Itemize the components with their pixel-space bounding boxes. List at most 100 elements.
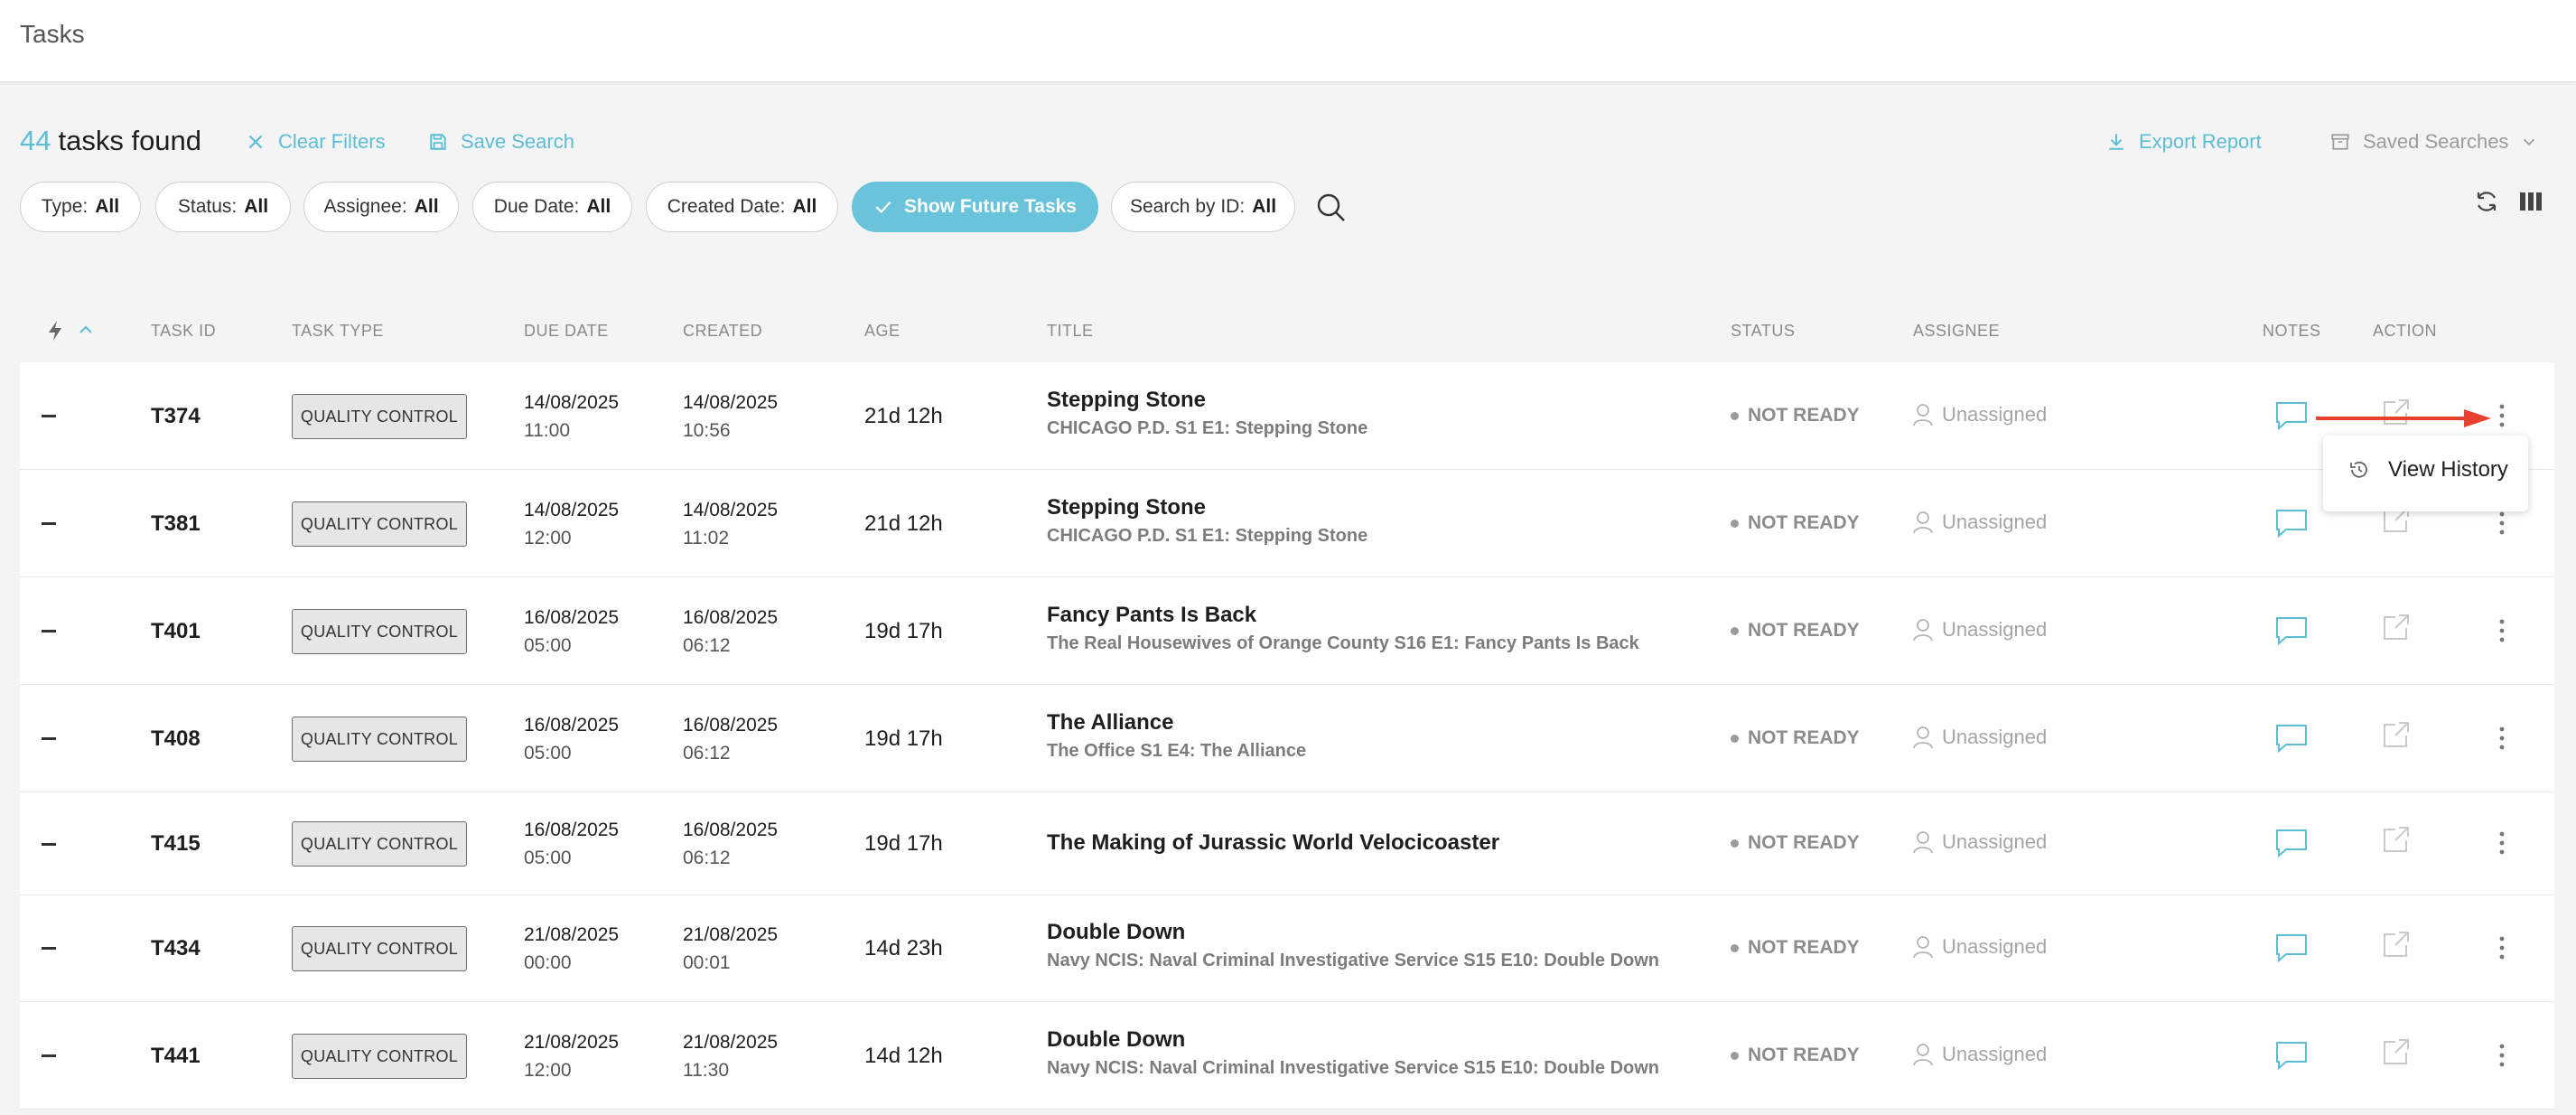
due-date-day: 16/08/2025 bbox=[524, 820, 620, 840]
more-vertical-icon[interactable] bbox=[2496, 934, 2508, 961]
comment-icon[interactable] bbox=[2274, 932, 2309, 963]
task-id[interactable]: T401 bbox=[151, 619, 201, 644]
task-title[interactable]: Stepping Stone CHICAGO P.D. S1 E1: Steppi… bbox=[1047, 495, 1367, 547]
created-date-day: 14/08/2025 bbox=[683, 392, 779, 413]
task-age: 21d 12h bbox=[864, 511, 943, 536]
filter-assignee[interactable]: Assignee: All bbox=[303, 182, 459, 232]
table-row[interactable]: T381 QUALITY CONTROL 14/08/2025 12:00 14/… bbox=[20, 470, 2554, 577]
table-row[interactable]: T415 QUALITY CONTROL 16/08/2025 05:00 16/… bbox=[20, 792, 2554, 895]
created-date-time: 06:12 bbox=[683, 635, 731, 656]
saved-searches-dropdown[interactable]: Saved Searches bbox=[2330, 130, 2537, 154]
export-report-button[interactable]: Export Report bbox=[2106, 130, 2262, 154]
task-title[interactable]: Double Down Navy NCIS: Naval Criminal Inv… bbox=[1047, 1027, 1659, 1079]
more-vertical-icon[interactable] bbox=[2496, 402, 2508, 429]
lightning-icon[interactable] bbox=[47, 320, 63, 346]
view-history-menu-item[interactable]: View History bbox=[2348, 457, 2508, 483]
column-header-action: ACTION bbox=[2373, 322, 2438, 340]
user-icon bbox=[1913, 936, 1933, 959]
column-header-due-date[interactable]: DUE DATE bbox=[524, 322, 609, 341]
show-future-tasks-toggle[interactable]: Show Future Tasks bbox=[852, 182, 1098, 232]
table-row[interactable]: T401 QUALITY CONTROL 16/08/2025 05:00 16/… bbox=[20, 577, 2554, 685]
more-vertical-icon[interactable] bbox=[2496, 1042, 2508, 1069]
created-date-time: 06:12 bbox=[683, 848, 731, 868]
task-id[interactable]: T441 bbox=[151, 1044, 201, 1069]
column-header-task-type[interactable]: TASK TYPE bbox=[292, 322, 384, 341]
comment-icon[interactable] bbox=[2274, 1040, 2309, 1071]
assignee[interactable]: Unassigned bbox=[1913, 830, 2047, 854]
comment-icon[interactable] bbox=[2274, 400, 2309, 431]
task-id[interactable]: T374 bbox=[151, 404, 201, 429]
assignee-label: Unassigned bbox=[1942, 935, 2048, 958]
created-date-day: 14/08/2025 bbox=[683, 500, 779, 520]
task-id[interactable]: T434 bbox=[151, 936, 201, 961]
column-header-status[interactable]: STATUS bbox=[1731, 322, 1795, 341]
external-link-icon[interactable] bbox=[2381, 612, 2412, 642]
priority-indicator bbox=[42, 843, 56, 846]
due-date-time: 05:00 bbox=[524, 848, 572, 868]
table-row[interactable]: T434 QUALITY CONTROL 21/08/2025 00:00 21/… bbox=[20, 895, 2554, 1002]
assignee[interactable]: Unassigned bbox=[1913, 511, 2047, 534]
task-id[interactable]: T408 bbox=[151, 726, 201, 752]
more-vertical-icon[interactable] bbox=[2496, 725, 2508, 752]
column-header-age[interactable]: AGE bbox=[864, 322, 901, 341]
due-date: 16/08/2025 05:00 bbox=[524, 711, 619, 767]
user-icon bbox=[1913, 511, 1933, 534]
comment-icon[interactable] bbox=[2274, 615, 2309, 646]
task-id[interactable]: T381 bbox=[151, 511, 201, 537]
assignee[interactable]: Unassigned bbox=[1913, 726, 2047, 749]
assignee[interactable]: Unassigned bbox=[1913, 1043, 2047, 1066]
comment-icon[interactable] bbox=[2274, 723, 2309, 754]
search-icon[interactable] bbox=[1316, 192, 1347, 223]
more-vertical-icon[interactable] bbox=[2496, 829, 2508, 857]
assignee[interactable]: Unassigned bbox=[1913, 935, 2047, 959]
task-title[interactable]: The Alliance The Office S1 E4: The Allian… bbox=[1047, 710, 1306, 762]
table-row[interactable]: T408 QUALITY CONTROL 16/08/2025 05:00 16/… bbox=[20, 685, 2554, 792]
column-header-created[interactable]: CREATED bbox=[683, 322, 762, 341]
check-icon bbox=[875, 201, 891, 214]
external-link-icon[interactable] bbox=[2381, 929, 2412, 960]
column-header-assignee[interactable]: ASSIGNEE bbox=[1913, 322, 2000, 341]
due-date-day: 16/08/2025 bbox=[524, 715, 620, 736]
task-title[interactable]: Double Down Navy NCIS: Naval Criminal Inv… bbox=[1047, 920, 1659, 971]
priority-indicator bbox=[42, 947, 56, 950]
filter-assignee-value: All bbox=[414, 196, 439, 217]
task-title[interactable]: Stepping Stone CHICAGO P.D. S1 E1: Steppi… bbox=[1047, 388, 1367, 439]
due-date-day: 14/08/2025 bbox=[524, 392, 620, 413]
more-vertical-icon[interactable] bbox=[2496, 617, 2508, 644]
clear-filters-button[interactable]: Clear Filters bbox=[246, 130, 386, 154]
task-title[interactable]: Fancy Pants Is Back The Real Housewives o… bbox=[1047, 603, 1639, 654]
task-title-sub: The Real Housewives of Orange County S16… bbox=[1047, 633, 1639, 653]
filter-type-label: Type: bbox=[41, 196, 89, 217]
more-vertical-icon[interactable] bbox=[2496, 510, 2508, 537]
table-row[interactable]: T441 QUALITY CONTROL 21/08/2025 12:00 21/… bbox=[20, 1002, 2554, 1110]
due-date-day: 14/08/2025 bbox=[524, 500, 620, 520]
due-date: 21/08/2025 12:00 bbox=[524, 1028, 619, 1084]
saved-searches-label: Saved Searches bbox=[2363, 130, 2509, 153]
external-link-icon[interactable] bbox=[2381, 719, 2412, 750]
filter-status[interactable]: Status: All bbox=[155, 182, 291, 232]
created-date: 16/08/2025 06:12 bbox=[683, 711, 778, 767]
external-link-icon[interactable] bbox=[2381, 824, 2412, 855]
filter-created-date[interactable]: Created Date: All bbox=[646, 182, 838, 232]
comment-icon[interactable] bbox=[2274, 508, 2309, 539]
column-header-title[interactable]: TITLE bbox=[1047, 322, 1094, 341]
filter-type[interactable]: Type: All bbox=[20, 182, 141, 232]
task-title[interactable]: The Making of Jurassic World Velocicoast… bbox=[1047, 830, 1499, 856]
external-link-icon[interactable] bbox=[2381, 1036, 2412, 1067]
filter-due-date[interactable]: Due Date: All bbox=[472, 182, 632, 232]
status-badge: NOT READY bbox=[1731, 620, 1860, 642]
filter-search-by-id[interactable]: Search by ID: All bbox=[1111, 182, 1295, 232]
save-search-button[interactable]: Save Search bbox=[428, 130, 574, 154]
chevron-up-icon[interactable] bbox=[78, 322, 94, 342]
task-title-main: The Making of Jurassic World Velocicoast… bbox=[1047, 830, 1500, 855]
column-header-task-id[interactable]: TASK ID bbox=[151, 322, 216, 341]
refresh-icon[interactable] bbox=[2473, 188, 2500, 215]
table-row[interactable]: T374 QUALITY CONTROL 14/08/2025 11:00 14/… bbox=[20, 362, 2554, 470]
assignee[interactable]: Unassigned bbox=[1913, 403, 2047, 426]
comment-icon[interactable] bbox=[2274, 828, 2309, 858]
assignee[interactable]: Unassigned bbox=[1913, 618, 2047, 642]
columns-icon[interactable] bbox=[2517, 188, 2544, 215]
show-future-tasks-label: Show Future Tasks bbox=[904, 196, 1077, 217]
created-date-time: 11:30 bbox=[683, 1060, 729, 1081]
task-id[interactable]: T415 bbox=[151, 831, 201, 857]
